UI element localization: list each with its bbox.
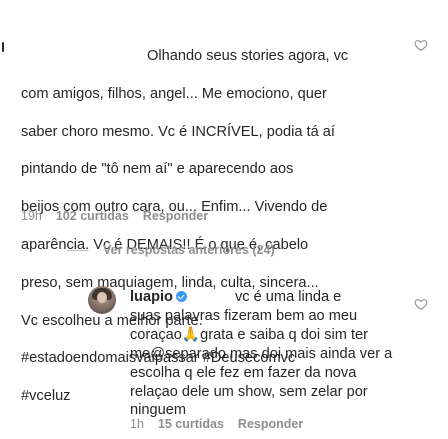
view-previous-replies[interactable]: Ver respostas anteriores (24) <box>67 243 275 257</box>
comment-line: com amigos, filhos, angel... Me emociono… <box>21 85 327 102</box>
reply-username[interactable]: luapio <box>130 289 173 305</box>
comment-line: saber choro mesmo. Vc é INCRÍVEL, podia … <box>21 123 335 140</box>
reply-line: me@separado mas doi mais ainda ver a <box>130 345 393 362</box>
heart-outline-icon[interactable] <box>414 38 428 52</box>
comment-line: pintando de "tô nem aí" e aparecendo aos <box>21 161 294 178</box>
reply-meta: 1h 15 curtidas Responder <box>130 417 303 431</box>
reply-timestamp[interactable]: 1h <box>130 417 144 431</box>
reply-line: escolha q ele fez em fazer da nova <box>130 364 357 381</box>
comment-likes-count[interactable]: 102 curtidas <box>56 209 129 223</box>
view-replies-label[interactable]: Ver respostas anteriores (24) <box>103 243 275 257</box>
verified-badge-icon <box>175 291 187 302</box>
reply-first-line: luapio vc é uma linda e <box>130 288 380 307</box>
reply-line: suas palavras fizeram bem ao meu <box>130 307 358 324</box>
avatar[interactable] <box>88 286 116 314</box>
avatar-face <box>97 292 107 303</box>
reply-likes-count[interactable]: 15 curtidas <box>158 417 224 431</box>
reply-line: relaçao dele um show, sem zelar por <box>130 383 368 400</box>
divider-line <box>67 249 89 251</box>
comment-timestamp[interactable]: 19h <box>21 209 42 223</box>
reply-button[interactable]: Responder <box>238 417 303 431</box>
previous-comment-fragment <box>2 42 4 52</box>
reply-line: vc é uma linda e <box>234 289 342 305</box>
reply-text: luapio vc é uma linda e suas palavras fiz… <box>130 288 393 420</box>
heart-outline-icon[interactable] <box>414 297 428 311</box>
reply-button[interactable]: Responder <box>143 209 208 223</box>
comment-line: Olhando seus stories agora, vc <box>147 47 349 64</box>
reply-line: coraçao🙏grata e saiba q doi sim ter <box>130 326 369 343</box>
comment-meta: 19h 102 curtidas Responder <box>21 209 208 223</box>
